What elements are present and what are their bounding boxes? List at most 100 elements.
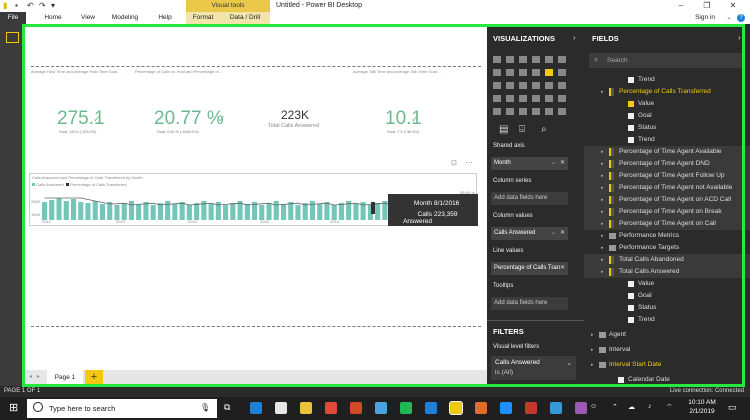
ribbon-collapse-icon[interactable]: ⌄ <box>724 12 734 24</box>
100-bar-visual-icon[interactable] <box>545 56 553 63</box>
r-visual-visual-icon[interactable] <box>532 108 540 115</box>
column-bar[interactable] <box>99 204 105 220</box>
globe-visual-icon[interactable] <box>545 108 553 115</box>
table-visual-icon[interactable] <box>506 108 514 115</box>
field-well[interactable]: Month ⌄ ✕ <box>491 157 568 170</box>
column-bar[interactable] <box>186 205 192 220</box>
expand-arrow-icon[interactable]: ▸ <box>601 194 604 206</box>
add-page-button[interactable]: + <box>85 370 103 386</box>
app6-icon[interactable] <box>550 402 562 414</box>
app-icon[interactable] <box>350 402 362 414</box>
column-bar[interactable] <box>338 203 344 220</box>
column-bar[interactable] <box>273 201 279 220</box>
taskbar-search-input[interactable]: Type here to search <box>27 399 217 418</box>
column-bar[interactable] <box>266 203 272 220</box>
field-item[interactable]: ▸ Percentage of Time Agent Available <box>584 146 750 158</box>
column-bar[interactable] <box>353 204 359 220</box>
field-checkbox[interactable] <box>628 293 634 299</box>
field-item[interactable]: ▸ Performance Targets <box>584 242 750 254</box>
quick-access-dropdown-icon[interactable]: ▾ <box>51 1 55 11</box>
people-icon[interactable]: ☺ <box>590 403 597 410</box>
field-item[interactable]: ▸ Total Calls Answered <box>584 266 750 278</box>
app2-icon[interactable] <box>375 402 387 414</box>
column-bar[interactable] <box>230 203 236 220</box>
expand-arrow-icon[interactable]: ▸ <box>601 146 604 158</box>
minimize-button[interactable]: – <box>668 0 694 12</box>
column-bar[interactable] <box>208 204 214 220</box>
field-item[interactable]: Value <box>584 98 750 110</box>
analytics-tab-icon[interactable]: ⌕ <box>541 124 547 135</box>
close-button[interactable]: ✕ <box>720 0 746 12</box>
field-item[interactable]: ▸ Percentage of Time Agent on Break <box>584 206 750 218</box>
tray-chevron-icon[interactable]: ⌃ <box>612 403 618 411</box>
column-bar[interactable] <box>324 202 330 220</box>
field-item[interactable]: ▸ Agent <box>584 329 750 341</box>
waterfall-visual-icon[interactable] <box>493 82 501 89</box>
task-view-icon[interactable]: ⧉ <box>224 402 230 413</box>
expand-arrow-icon[interactable]: ▸ <box>601 230 604 242</box>
column-bar[interactable] <box>128 201 134 220</box>
field-well[interactable]: Add data fields here <box>491 297 568 310</box>
tab-file[interactable]: File <box>0 12 26 24</box>
chevron-down-icon[interactable]: ⌄ <box>551 262 556 275</box>
tab-format[interactable]: Format <box>188 12 218 24</box>
field-checkbox[interactable] <box>628 77 634 83</box>
expand-arrow-icon[interactable]: ▸ <box>601 254 604 266</box>
network-icon[interactable]: ⌔ <box>666 403 673 412</box>
page-nav-next-icon[interactable]: ▸ <box>37 373 40 380</box>
collapse-pane-icon[interactable]: › <box>573 33 576 42</box>
column-bar[interactable] <box>302 203 308 220</box>
donut-visual-icon[interactable] <box>532 82 540 89</box>
field-well[interactable]: Calls Answered ⌄ ✕ <box>491 227 568 240</box>
line-visual-icon[interactable] <box>493 69 501 76</box>
scatter-visual-icon[interactable] <box>506 82 514 89</box>
matrix-visual-icon[interactable] <box>519 108 527 115</box>
column-bar[interactable] <box>78 202 84 220</box>
slicer-visual-icon[interactable] <box>493 108 501 115</box>
card-visual-icon[interactable] <box>532 95 540 102</box>
field-item[interactable]: Value <box>584 278 750 290</box>
field-item[interactable]: Status <box>584 302 750 314</box>
column-bar[interactable] <box>92 201 98 220</box>
expand-arrow-icon[interactable]: ▸ <box>601 218 604 230</box>
column-bar[interactable] <box>259 205 265 220</box>
app5-icon[interactable] <box>525 402 537 414</box>
clock-date[interactable]: 2/1/2019 <box>688 408 716 415</box>
column-bar[interactable] <box>244 204 250 220</box>
filled-map-visual-icon[interactable] <box>493 95 501 102</box>
field-checkbox[interactable] <box>628 101 634 107</box>
focus-mode-icon[interactable]: ⊡ <box>451 159 457 167</box>
column-bar[interactable] <box>63 201 69 220</box>
filter-card-calls-answered[interactable]: Calls Answered is (All) ⌄ <box>491 356 576 380</box>
expand-arrow-icon[interactable]: ▸ <box>601 266 604 278</box>
chevron-down-icon[interactable]: ⌄ <box>551 157 556 170</box>
page-tab-1[interactable]: Page 1 <box>47 370 83 386</box>
expand-arrow-icon[interactable]: ▸ <box>601 158 604 170</box>
save-icon[interactable]: ▪ <box>15 1 18 11</box>
tab-modeling[interactable]: Modeling <box>106 12 144 24</box>
expand-arrow-icon[interactable]: ▸ <box>601 86 604 98</box>
onedrive-icon[interactable]: ☁ <box>628 403 635 411</box>
expand-arrow-icon[interactable]: ▸ <box>601 182 604 194</box>
column-bar[interactable] <box>56 198 62 220</box>
expand-arrow-icon[interactable]: ▸ <box>601 206 604 218</box>
expand-arrow-icon[interactable]: ▸ <box>591 359 594 371</box>
field-checkbox[interactable] <box>628 137 634 143</box>
pie-visual-icon[interactable] <box>519 82 527 89</box>
notifications-icon[interactable]: ▭ <box>728 402 737 413</box>
column-bar[interactable] <box>114 205 120 220</box>
help-icon[interactable]: ? <box>736 12 746 24</box>
clock-time[interactable]: 10:10 AM <box>688 399 716 406</box>
column-bar[interactable] <box>309 201 315 220</box>
filter-expand-icon[interactable]: ⌄ <box>566 359 572 367</box>
field-well[interactable]: Add data fields here <box>491 192 568 205</box>
field-checkbox[interactable] <box>628 125 634 131</box>
column-bar[interactable] <box>143 202 149 220</box>
fields-search-input[interactable]: Search <box>589 53 744 68</box>
ribbon-visual-icon[interactable] <box>558 69 566 76</box>
field-item[interactable]: ▸ Interval <box>584 344 750 356</box>
remove-field-icon[interactable]: ✕ <box>560 157 565 170</box>
100-column-visual-icon[interactable] <box>558 56 566 63</box>
edge-icon[interactable] <box>250 402 262 414</box>
field-item[interactable]: ▸ Total Calls Abandoned <box>584 254 750 266</box>
